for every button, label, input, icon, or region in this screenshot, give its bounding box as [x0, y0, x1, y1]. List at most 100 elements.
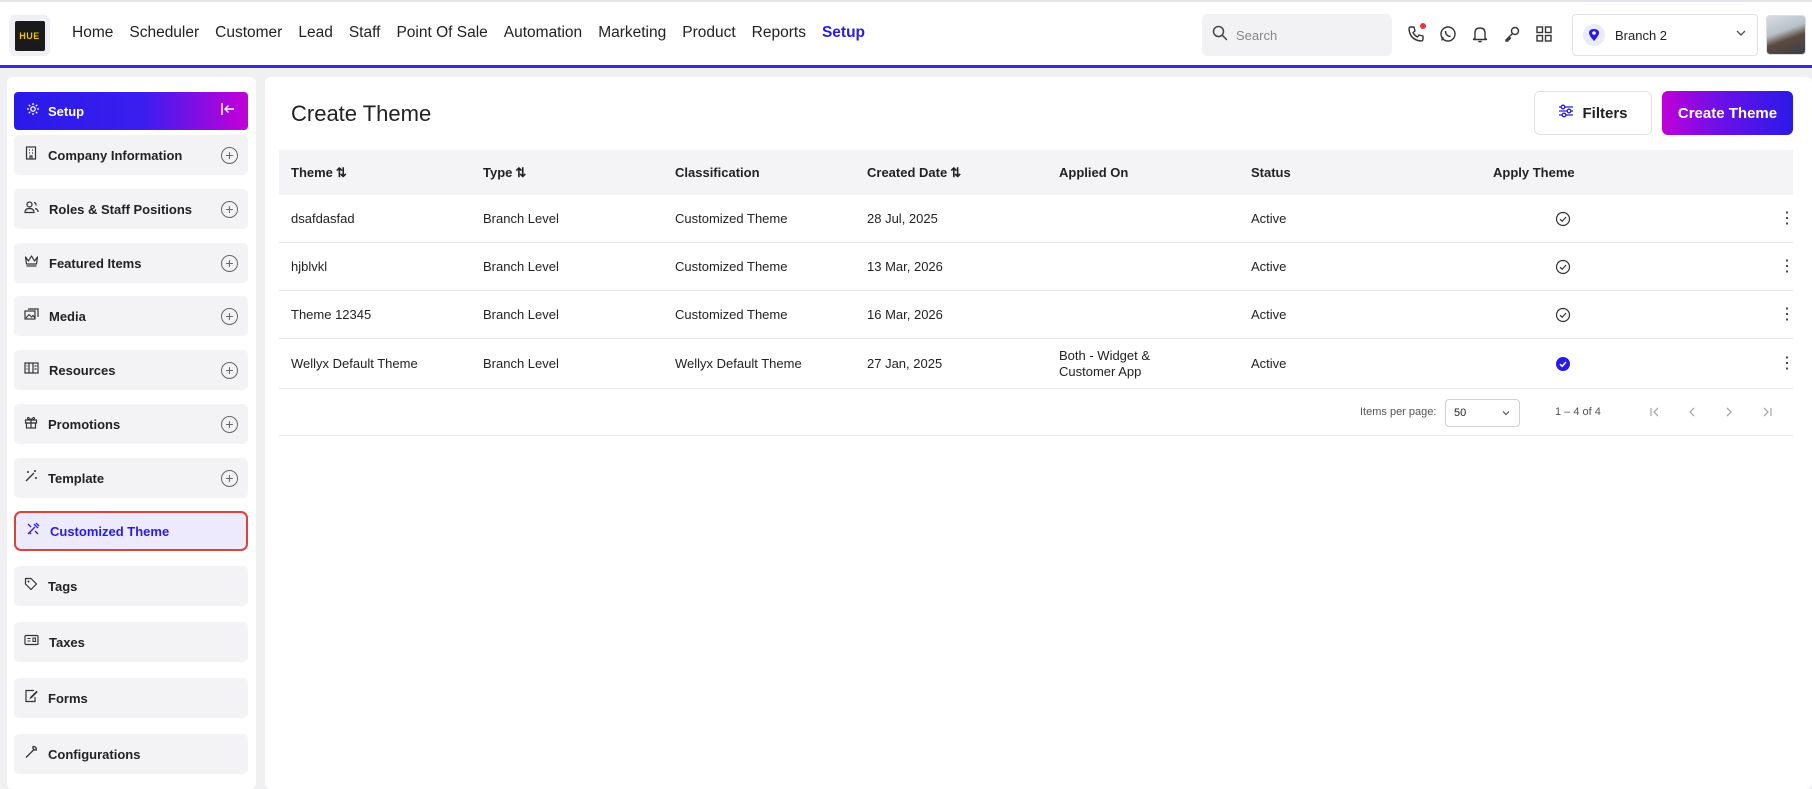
column-header-created-date[interactable]: Created Date ⇅: [867, 165, 961, 181]
sidebar-item-promotions[interactable]: Promotions +: [14, 404, 248, 444]
search-input[interactable]: [1236, 27, 1376, 43]
crown-icon: [24, 254, 39, 272]
items-per-page-select[interactable]: 50: [1445, 399, 1520, 427]
row-menu-icon[interactable]: ⋮: [1779, 258, 1795, 275]
sidebar-item-configurations[interactable]: Configurations: [14, 734, 248, 774]
sidebar-item-template[interactable]: Template +: [14, 458, 248, 498]
sidebar-item-tags[interactable]: Tags: [14, 566, 248, 606]
sidebar-item-label: Configurations: [48, 746, 141, 762]
sidebar-item-resources[interactable]: Resources +: [14, 350, 248, 390]
cell-created-date: 13 Mar, 2026: [867, 259, 943, 274]
nav-reports[interactable]: Reports: [752, 24, 806, 42]
themes-table: Theme ⇅ Type ⇅ Classification Created Date…: [279, 150, 1795, 436]
previous-page-icon[interactable]: [1681, 401, 1703, 423]
images-icon: [24, 307, 39, 326]
sidebar-item-customized-theme[interactable]: Customized Theme: [14, 511, 248, 551]
location-pin-icon: [1583, 24, 1605, 46]
column-header-status: Status: [1251, 165, 1291, 180]
phone-icon[interactable]: [1406, 23, 1426, 44]
row-menu-icon[interactable]: ⋮: [1779, 210, 1795, 227]
cell-type: Branch Level: [483, 259, 559, 274]
first-page-icon[interactable]: [1644, 401, 1666, 423]
wrench-icon: [24, 745, 38, 764]
sidebar-item-media[interactable]: Media +: [14, 296, 248, 336]
apps-grid-icon[interactable]: [1534, 24, 1554, 44]
sidebar-item-label: Featured Items: [49, 255, 142, 271]
expand-plus-icon[interactable]: +: [221, 200, 238, 218]
top-navbar: HUE Home Scheduler Customer Lead Staff P…: [0, 0, 1812, 68]
key-icon[interactable]: [1502, 24, 1522, 44]
row-menu-icon[interactable]: ⋮: [1779, 306, 1795, 323]
nav-point-of-sale[interactable]: Point Of Sale: [396, 24, 487, 42]
resources-icon: [24, 361, 39, 380]
nav-scheduler[interactable]: Scheduler: [129, 24, 199, 42]
apply-theme-toggle[interactable]: [1493, 307, 1633, 323]
expand-plus-icon[interactable]: +: [221, 361, 238, 379]
filters-button[interactable]: Filters: [1534, 91, 1652, 135]
app-logo[interactable]: HUE: [9, 15, 50, 56]
search-box[interactable]: [1202, 14, 1392, 56]
cell-classification: Customized Theme: [675, 307, 788, 322]
sidebar-item-taxes[interactable]: Taxes: [14, 622, 248, 662]
column-header-apply-theme: Apply Theme: [1493, 165, 1575, 180]
sidebar-item-featured-items[interactable]: Featured Items +: [14, 243, 248, 283]
cell-theme: Wellyx Default Theme: [291, 356, 418, 371]
table-header: Theme ⇅ Type ⇅ Classification Created Date…: [279, 150, 1793, 195]
items-per-page-value: 50: [1454, 407, 1467, 419]
expand-plus-icon[interactable]: +: [221, 415, 238, 433]
top-icon-group: [1406, 23, 1554, 44]
branch-selector[interactable]: Branch 2: [1572, 14, 1758, 56]
nav-home[interactable]: Home: [72, 24, 113, 42]
sidebar-item-company-information[interactable]: Company Information +: [14, 135, 248, 175]
expand-plus-icon[interactable]: +: [221, 469, 238, 487]
expand-plus-icon[interactable]: +: [221, 146, 238, 164]
sidebar-item-label: Forms: [48, 690, 88, 706]
next-page-icon[interactable]: [1718, 401, 1740, 423]
page-title: Create Theme: [291, 101, 432, 126]
sidebar-item-label: Taxes: [49, 634, 85, 650]
nav-product[interactable]: Product: [682, 24, 735, 42]
nav-setup[interactable]: Setup: [822, 24, 865, 42]
nav-marketing[interactable]: Marketing: [598, 24, 666, 42]
nav-staff[interactable]: Staff: [349, 24, 381, 42]
sliders-icon: [1558, 104, 1574, 122]
sidebar-item-label: Resources: [49, 362, 116, 378]
cell-classification: Customized Theme: [675, 211, 788, 226]
chevron-down-icon: [1502, 411, 1510, 416]
users-icon: [24, 200, 39, 219]
cell-theme: Theme 12345: [291, 307, 372, 322]
column-header-theme[interactable]: Theme ⇅: [291, 165, 347, 181]
expand-plus-icon[interactable]: +: [221, 254, 238, 272]
column-header-type[interactable]: Type ⇅: [483, 165, 526, 181]
sidebar-item-forms[interactable]: Forms: [14, 678, 248, 718]
create-theme-button[interactable]: Create Theme: [1662, 91, 1793, 135]
cell-status: Active: [1251, 211, 1287, 226]
row-menu-icon[interactable]: ⋮: [1779, 355, 1795, 372]
cell-applied-on: Both - Widget & Customer App: [1059, 347, 1151, 379]
collapse-sidebar-icon[interactable]: [220, 102, 236, 121]
cell-created-date: 28 Jul, 2025: [867, 211, 938, 226]
user-avatar[interactable]: [1766, 15, 1806, 55]
nav-lead[interactable]: Lead: [298, 24, 332, 42]
check-circle-outline-icon: [1555, 307, 1571, 322]
nav-customer[interactable]: Customer: [215, 24, 282, 42]
apply-theme-toggle[interactable]: [1493, 259, 1633, 275]
table-row: Wellyx Default Theme Branch Level Wellyx…: [279, 339, 1795, 389]
table-row: hjblvkl Branch Level Customized Theme 13…: [279, 243, 1795, 291]
sidebar-item-label: Promotions: [48, 416, 121, 432]
apply-theme-toggle[interactable]: [1493, 211, 1633, 227]
sidebar-item-label: Media: [49, 308, 86, 324]
whatsapp-icon[interactable]: [1438, 24, 1458, 44]
bell-icon[interactable]: [1470, 24, 1490, 44]
last-page-icon[interactable]: [1756, 401, 1778, 423]
nav-automation[interactable]: Automation: [504, 24, 582, 42]
expand-plus-icon[interactable]: +: [221, 307, 238, 325]
sidebar-header: Setup: [14, 92, 248, 130]
sort-icon: ⇅: [335, 164, 347, 180]
sidebar-item-roles-staff-positions[interactable]: Roles & Staff Positions +: [14, 189, 248, 229]
cell-type: Branch Level: [483, 211, 559, 226]
apply-theme-toggle[interactable]: [1493, 356, 1633, 372]
check-circle-outline-icon: [1555, 259, 1571, 274]
theme-icon: [26, 522, 40, 541]
receipt-icon: [24, 633, 39, 651]
